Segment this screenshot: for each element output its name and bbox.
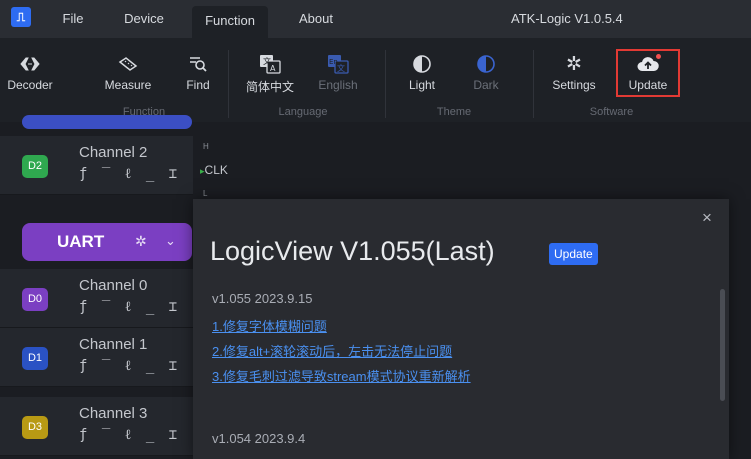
dark-theme-icon xyxy=(477,55,495,73)
trigger-tools[interactable]: ƒ ‾ ℓ _ ⌶ xyxy=(79,166,180,183)
language-en-icon: En文 xyxy=(328,55,349,74)
group-label-software: Software xyxy=(589,106,634,118)
channel-row[interactable]: D1 Channel 1 ƒ ‾ ℓ _ ⌶ xyxy=(0,328,193,387)
app-logo-icon: ⎍ xyxy=(11,7,31,27)
dialog-scrollbar[interactable] xyxy=(720,289,725,401)
gear-icon: ✲ xyxy=(566,53,582,75)
channel-name: Channel 1 xyxy=(79,336,148,353)
light-theme-button[interactable]: Light xyxy=(400,50,444,92)
gear-icon[interactable]: ✲ xyxy=(135,233,147,250)
menu-file[interactable]: File xyxy=(52,0,94,38)
app-title: ATK-Logic V1.0.5.4 xyxy=(511,11,623,26)
language-en-button[interactable]: En 文 English xyxy=(310,50,366,92)
find-button[interactable]: Find xyxy=(175,50,221,92)
settings-button[interactable]: ✲ Settings xyxy=(545,50,603,93)
trigger-tools[interactable]: ƒ ‾ ℓ _ ⌶ xyxy=(79,299,180,316)
menu-device[interactable]: Device xyxy=(113,0,175,38)
channel-name: Channel 3 xyxy=(79,405,148,422)
chevron-down-icon[interactable]: ⌄ xyxy=(165,233,176,249)
channel-row[interactable]: D2 Channel 2 ƒ ‾ ℓ _ ⌶ xyxy=(0,136,193,195)
light-theme-icon xyxy=(413,55,431,73)
find-icon xyxy=(190,57,207,72)
version-header: v1.055 2023.9.15 xyxy=(212,291,313,306)
trigger-tools[interactable]: ƒ ‾ ℓ _ ⌶ xyxy=(79,358,180,375)
group-label-theme: Theme xyxy=(436,106,472,118)
release-note-link[interactable]: 1.修复字体模糊问题 xyxy=(212,316,327,335)
release-note-link[interactable]: 3.修复毛刺过滤导致stream模式协议重新解析 xyxy=(212,366,471,385)
release-note-link[interactable]: 2.修复alt+滚轮滚动后，左击无法停止问题 xyxy=(212,341,452,360)
svg-text:文: 文 xyxy=(337,63,345,73)
ribbon-divider xyxy=(385,50,386,118)
channel-row[interactable]: D3 Channel 3 ƒ ‾ ℓ _ ⌶ xyxy=(0,397,193,456)
language-zh-button[interactable]: 文A 简体中文 xyxy=(240,50,300,95)
ribbon-divider xyxy=(533,50,534,118)
uart-decoder-pill[interactable]: UART ✲ ⌄ xyxy=(22,223,192,261)
menu-about[interactable]: About xyxy=(290,0,342,38)
channel-group-pill[interactable] xyxy=(22,115,192,129)
update-dialog: × LogicView V1.055(Last) Update v1.055 2… xyxy=(193,199,729,459)
update-highlight-box xyxy=(616,49,680,97)
dialog-title: LogicView V1.055(Last) xyxy=(210,236,495,266)
menu-function[interactable]: Function xyxy=(192,6,268,38)
channel-badge: D2 xyxy=(22,155,48,178)
signal-low-label: L xyxy=(203,189,208,198)
channel-name: Channel 0 xyxy=(79,277,148,294)
channel-badge: D1 xyxy=(22,347,48,370)
version-header: v1.054 2023.9.4 xyxy=(212,431,306,446)
trigger-tools[interactable]: ƒ ‾ ℓ _ ⌶ xyxy=(79,427,180,444)
decoder-button[interactable]: Decoder xyxy=(0,50,60,92)
close-icon[interactable]: × xyxy=(702,208,712,228)
decoder-icon xyxy=(20,57,40,71)
channel-badge: D0 xyxy=(22,288,48,311)
menu-bar: ⎍ File Device Function About ATK-Logic V… xyxy=(0,0,751,38)
dark-theme-button[interactable]: Dark xyxy=(464,50,508,92)
signal-high-label: H xyxy=(203,142,209,151)
channel-badge: D3 xyxy=(22,416,48,439)
group-label-language: Language xyxy=(278,106,328,118)
measure-icon xyxy=(118,57,138,71)
language-zh-icon: 文A xyxy=(260,55,281,74)
update-badge-button[interactable]: Update xyxy=(549,243,598,265)
svg-text:A: A xyxy=(270,64,276,73)
channel-row[interactable]: D0 Channel 0 ƒ ‾ ℓ _ ⌶ xyxy=(0,269,193,328)
uart-label: UART xyxy=(57,232,105,251)
signal-clk-label: ▸CLK xyxy=(200,163,228,177)
channel-name: Channel 2 xyxy=(79,144,148,161)
ribbon-divider xyxy=(228,50,229,118)
measure-button[interactable]: Measure xyxy=(96,50,160,92)
